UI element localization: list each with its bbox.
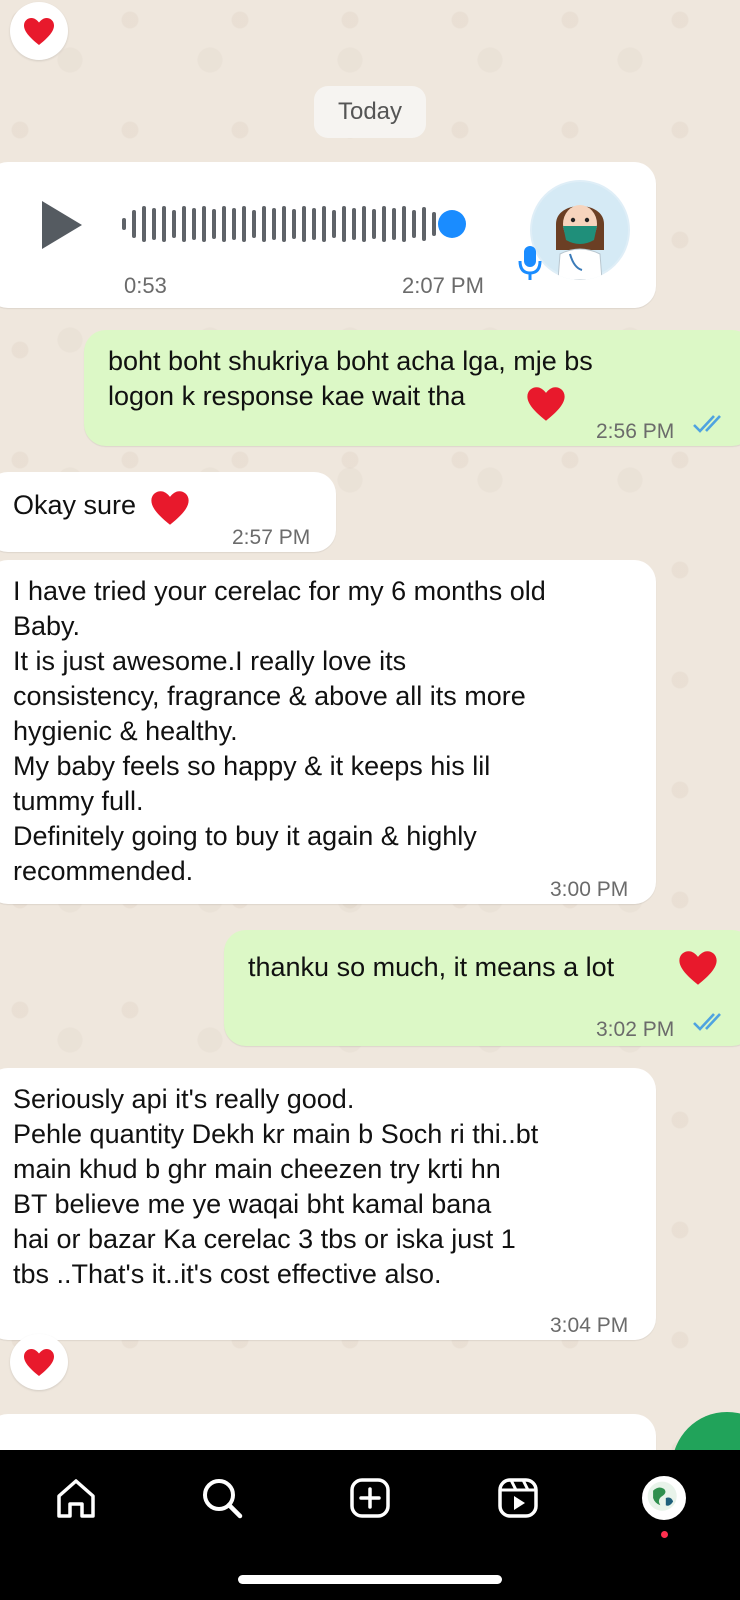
message-text: I have tried your cerelac for my 6 month… — [13, 576, 546, 886]
outgoing-message[interactable]: boht boht shukriya boht acha lga, mje bs… — [84, 330, 740, 446]
heart-reaction[interactable] — [10, 2, 68, 60]
message-time: 3:00 PM — [550, 878, 629, 901]
voice-duration: 0:53 — [124, 273, 167, 298]
voice-progress-handle[interactable] — [438, 210, 466, 238]
notification-dot — [661, 1531, 668, 1538]
globe-logo-icon — [647, 1481, 677, 1511]
profile-avatar — [642, 1476, 686, 1520]
read-ticks-icon — [693, 1013, 721, 1031]
message-text: Okay sure — [13, 490, 137, 520]
message-time: 3:02 PM — [596, 1018, 675, 1041]
home-indicator — [238, 1575, 502, 1584]
heart-icon — [24, 17, 54, 45]
search-icon — [203, 1479, 243, 1519]
incoming-message[interactable]: I have tried your cerelac for my 6 month… — [0, 560, 656, 904]
message-time: 2:56 PM — [596, 420, 675, 443]
message-time: 2:57 PM — [232, 526, 311, 549]
next-message-partial[interactable] — [0, 1414, 656, 1450]
incoming-message[interactable]: Okay sure 2:57 PM — [0, 472, 336, 552]
heart-icon — [24, 1348, 54, 1376]
date-separator: Today — [314, 86, 426, 138]
heart-reaction[interactable] — [10, 1334, 68, 1390]
voice-note-time: 2:07 PM — [402, 273, 484, 298]
message-text: thanku so much, it means a lot — [248, 952, 615, 982]
chat-area[interactable]: Today 0:53 2:07 PM boht boht shukriya bo… — [0, 0, 740, 1450]
sender-avatar[interactable] — [530, 180, 630, 280]
heart-emoji-icon — [527, 387, 565, 421]
create-icon — [350, 1478, 390, 1518]
floating-action-button[interactable] — [672, 1412, 740, 1450]
nav-home[interactable] — [46, 1468, 106, 1528]
message-text: Seriously api it's really good. Pehle qu… — [13, 1084, 539, 1289]
microphone-icon — [518, 246, 542, 280]
heart-emoji-icon — [679, 951, 717, 985]
reels-icon — [498, 1478, 538, 1518]
read-ticks-icon — [693, 415, 721, 433]
outgoing-message[interactable]: thanku so much, it means a lot 3:02 PM — [224, 930, 740, 1046]
message-time: 3:04 PM — [550, 1314, 629, 1337]
voice-waveform[interactable] — [122, 204, 466, 244]
nav-search[interactable] — [192, 1468, 252, 1528]
heart-emoji-icon — [151, 491, 189, 525]
voice-note-bubble[interactable]: 0:53 2:07 PM — [0, 162, 656, 308]
nav-profile[interactable] — [634, 1468, 694, 1528]
doctor-avatar-icon — [532, 182, 628, 280]
nav-create[interactable] — [340, 1468, 400, 1528]
message-text: boht boht shukriya boht acha lga, mje bs… — [108, 346, 593, 411]
home-icon — [57, 1479, 95, 1518]
nav-reels[interactable] — [488, 1468, 548, 1528]
play-icon[interactable] — [38, 198, 86, 252]
incoming-message[interactable]: Seriously api it's really good. Pehle qu… — [0, 1068, 656, 1340]
